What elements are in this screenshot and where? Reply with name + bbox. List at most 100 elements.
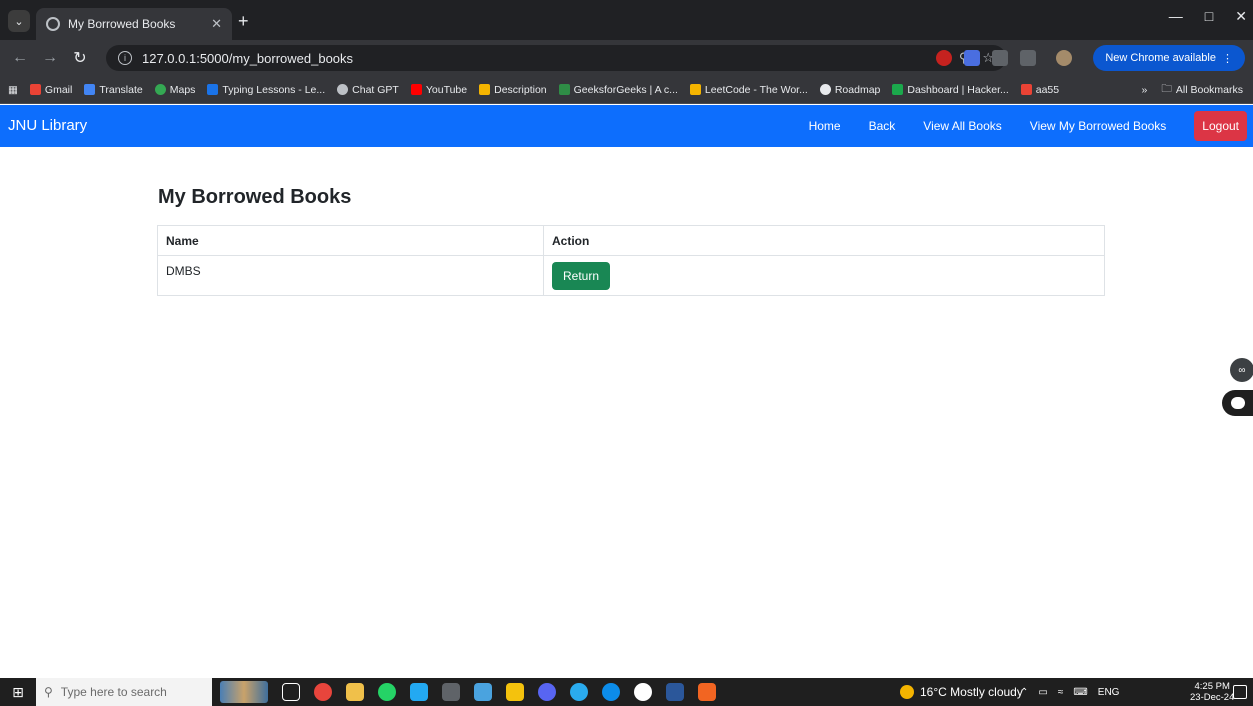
extension-b-icon[interactable] xyxy=(964,50,980,66)
roadmap-icon xyxy=(819,84,831,95)
bookmark-hackerrank[interactable]: Dashboard | Hacker... xyxy=(892,84,1009,96)
chrome-update-button[interactable]: New Chrome available ⋮ xyxy=(1093,45,1245,71)
more-bookmarks-icon[interactable]: » xyxy=(1142,84,1148,96)
xampp-icon[interactable] xyxy=(698,683,716,701)
search-icon: ⚲ xyxy=(44,685,53,699)
discord-icon[interactable] xyxy=(538,683,556,701)
extension-icons xyxy=(936,50,1072,66)
bookmark-youtube[interactable]: YouTube xyxy=(410,84,467,96)
bookmark-chatgpt[interactable]: Chat GPT xyxy=(337,84,399,96)
weather-icon xyxy=(900,685,914,699)
clock-date: 23-Dec-24 xyxy=(1190,692,1235,703)
floating-apps-icon[interactable]: ∞ xyxy=(1230,358,1253,382)
telegram-icon[interactable] xyxy=(570,683,588,701)
leetcode-icon xyxy=(689,84,701,95)
vscode-icon[interactable] xyxy=(410,683,428,701)
browser-tab[interactable]: My Borrowed Books ✕ xyxy=(36,8,232,40)
wifi-icon[interactable]: ≈ xyxy=(1058,687,1064,698)
gmail-icon xyxy=(29,84,41,95)
taskbar-apps xyxy=(282,683,716,701)
maps-icon xyxy=(154,84,166,95)
battery-icon[interactable]: ▭ xyxy=(1038,687,1047,698)
table-row: DMBS Return xyxy=(157,255,1105,296)
brand-link[interactable]: JNU Library xyxy=(8,117,87,134)
logout-button[interactable]: Logout xyxy=(1194,111,1247,141)
hackerrank-icon xyxy=(892,84,904,95)
close-icon[interactable]: ✕ xyxy=(211,16,222,32)
bookmarks-bar: ▦ Gmail Translate Maps Typing Lessons - … xyxy=(0,76,1253,104)
bookmark-gmail[interactable]: Gmail xyxy=(29,84,72,96)
address-bar[interactable]: i 127.0.0.1:5000/my_borrowed_books ⚲ ☆ xyxy=(106,45,1006,71)
window-close-icon[interactable]: ✕ xyxy=(1235,8,1247,25)
gfg-icon xyxy=(558,84,570,95)
chrome-icon[interactable] xyxy=(314,683,332,701)
gmail-icon xyxy=(1020,84,1032,95)
nav-link-back[interactable]: Back xyxy=(869,119,896,133)
typing-icon xyxy=(207,84,219,95)
whatsapp-icon[interactable] xyxy=(378,683,396,701)
bookmark-translate[interactable]: Translate xyxy=(84,84,143,96)
bookmark-description[interactable]: Description xyxy=(479,84,547,96)
sticky-notes-icon[interactable] xyxy=(506,683,524,701)
new-tab-icon[interactable]: + xyxy=(238,12,249,30)
app-navbar: JNU Library Home Back View All Books Vie… xyxy=(0,105,1253,147)
tab-search-icon[interactable]: ⌄ xyxy=(8,10,30,32)
youtube-icon xyxy=(410,84,422,95)
nav-link-view-my-borrowed-books[interactable]: View My Borrowed Books xyxy=(1030,119,1167,133)
nav-link-home[interactable]: Home xyxy=(809,119,841,133)
language-indicator[interactable]: ENG xyxy=(1098,687,1120,698)
bookmark-typing[interactable]: Typing Lessons - Le... xyxy=(207,84,325,96)
taskbar-search-box[interactable]: ⚲ Type here to search xyxy=(36,678,212,706)
nav-links: Home Back View All Books View My Borrowe… xyxy=(781,110,1247,142)
book-name-cell: DMBS xyxy=(157,255,544,296)
return-button[interactable]: Return xyxy=(552,262,611,290)
search-highlight-image xyxy=(220,681,268,703)
bookmark-geeksforgeeks[interactable]: GeeksforGeeks | A c... xyxy=(558,84,678,96)
taskbar-search-placeholder: Type here to search xyxy=(60,685,167,699)
site-info-icon[interactable]: i xyxy=(118,51,132,65)
forward-arrow-icon[interactable]: → xyxy=(38,49,62,67)
keyboard-icon[interactable]: ⌨ xyxy=(1073,687,1087,698)
borrowed-books-table: Name Action DMBS Return xyxy=(157,225,1105,296)
profile-avatar[interactable] xyxy=(1056,50,1072,66)
windows-start-icon[interactable]: ⊞ xyxy=(0,684,36,701)
notifications-icon[interactable] xyxy=(1233,685,1247,699)
edge-icon[interactable] xyxy=(602,683,620,701)
back-arrow-icon[interactable]: ← xyxy=(8,49,32,67)
ublock-icon[interactable] xyxy=(936,50,952,66)
task-view-icon[interactable] xyxy=(282,683,300,701)
weather-widget[interactable]: 16°C Mostly cloudy xyxy=(900,678,1023,706)
app-icon[interactable] xyxy=(474,683,492,701)
word-icon[interactable] xyxy=(666,683,684,701)
leetcode-icon xyxy=(479,84,491,95)
bookmark-leetcode[interactable]: LeetCode - The Wor... xyxy=(689,84,808,96)
bookmark-aa55[interactable]: aa55 xyxy=(1020,84,1059,96)
folder-icon: 🗀 xyxy=(1161,83,1172,95)
bookmark-roadmap[interactable]: Roadmap xyxy=(819,84,880,96)
reload-icon[interactable]: ↻ xyxy=(68,48,92,68)
maximize-icon[interactable]: □ xyxy=(1205,8,1213,25)
windows-taskbar: ⊞ ⚲ Type here to search 16°C Mostly clou… xyxy=(0,678,1253,706)
chatgpt-icon xyxy=(337,84,349,95)
clock-time: 4:25 PM xyxy=(1194,681,1230,692)
column-header-name: Name xyxy=(157,225,544,256)
chevron-up-icon[interactable]: ⌃ xyxy=(1020,687,1028,698)
bookmark-maps[interactable]: Maps xyxy=(154,84,195,96)
system-tray: ⌃ ▭ ≈ ⌨ ENG xyxy=(1020,678,1119,706)
apps-grid-icon[interactable]: ▦ xyxy=(8,84,18,96)
mongodb-icon[interactable] xyxy=(634,683,652,701)
page-title: My Borrowed Books xyxy=(158,186,352,208)
all-bookmarks-button[interactable]: 🗀 All Bookmarks xyxy=(1161,81,1243,99)
tab-title: My Borrowed Books xyxy=(68,17,176,31)
puzzle-icon[interactable] xyxy=(1020,50,1036,66)
store-icon[interactable] xyxy=(442,683,460,701)
column-header-action: Action xyxy=(543,225,1105,256)
floating-assistant-icon[interactable] xyxy=(1222,390,1253,416)
notion-icon[interactable] xyxy=(992,50,1008,66)
nav-link-view-all-books[interactable]: View All Books xyxy=(923,119,1002,133)
browser-tab-strip: ⌄ My Borrowed Books ✕ + — □ ✕ xyxy=(0,0,1253,40)
file-explorer-icon[interactable] xyxy=(346,683,364,701)
minimize-icon[interactable]: — xyxy=(1169,8,1183,25)
taskbar-clock[interactable]: 4:25 PM 23-Dec-24 xyxy=(1190,681,1234,703)
kebab-menu-icon: ⋮ xyxy=(1222,52,1233,65)
